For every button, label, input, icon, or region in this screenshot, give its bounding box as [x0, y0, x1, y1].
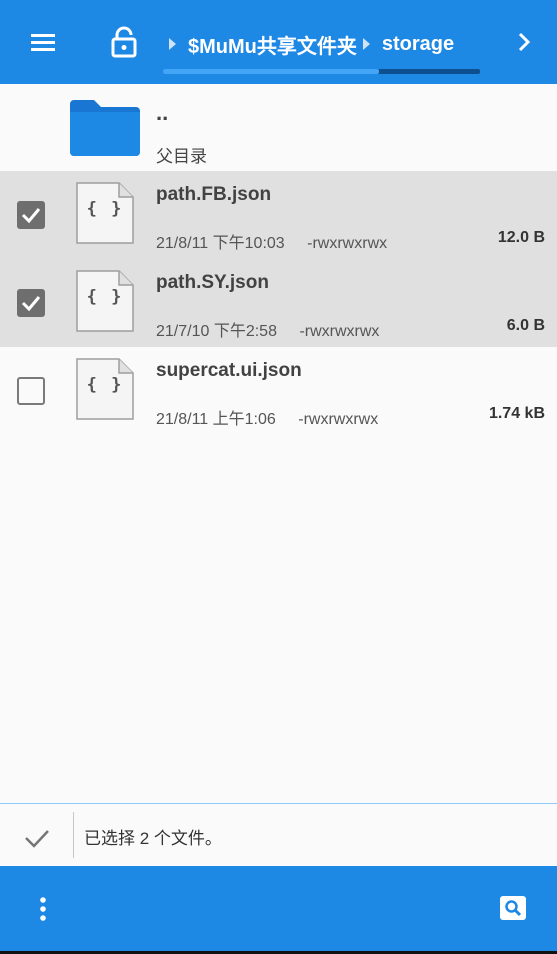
search-icon	[505, 900, 522, 917]
top-app-bar: $MuMu共享文件夹 storage	[0, 0, 557, 84]
file-name: path.SY.json	[156, 272, 269, 293]
folder-icon	[70, 100, 140, 156]
breadcrumb: $MuMu共享文件夹 storage	[165, 24, 454, 64]
check-icon	[21, 296, 41, 312]
parent-directory-row[interactable]: .. 父目录	[0, 84, 557, 171]
breadcrumb-label: storage	[381, 32, 455, 55]
checkbox-checked[interactable]	[17, 289, 45, 317]
file-size: 6.0 B	[506, 317, 545, 334]
file-permissions: -rwxrwxrwx	[299, 323, 380, 340]
json-file-icon: { }	[75, 269, 135, 333]
breadcrumb-item-mumu[interactable]: $MuMu共享文件夹	[165, 30, 357, 59]
checkbox-unchecked[interactable]	[17, 377, 45, 405]
json-file-icon: { }	[75, 181, 135, 245]
breadcrumb-scrollbar[interactable]	[163, 69, 480, 74]
braces-glyph: { }	[86, 375, 124, 395]
file-permissions: -rwxrwxrwx	[307, 235, 388, 252]
divider	[73, 812, 74, 858]
more-vert-icon[interactable]	[38, 896, 48, 922]
file-name: path.FB.json	[156, 184, 272, 205]
search-button[interactable]	[500, 896, 526, 920]
parent-directory-name: ..	[156, 100, 169, 125]
file-name: supercat.ui.json	[156, 360, 302, 381]
bottom-app-bar	[0, 866, 557, 951]
breadcrumb-label: $MuMu共享文件夹	[188, 35, 357, 58]
breadcrumb-separator-icon	[169, 38, 176, 50]
breadcrumb-scroll-thumb	[163, 69, 379, 74]
file-row[interactable]: { } path.FB.json 21/8/11 下午10:03 -rwxrwx…	[0, 171, 557, 259]
file-date: 21/7/10 下午2:58	[156, 323, 277, 340]
check-icon	[21, 208, 41, 224]
file-size: 12.0 B	[497, 229, 545, 246]
breadcrumb-separator-icon	[362, 38, 370, 50]
chevron-right-icon[interactable]	[515, 30, 535, 54]
checkbox-checked[interactable]	[17, 201, 45, 229]
file-row[interactable]: { } supercat.ui.json 21/8/11 上午1:06 -rwx…	[0, 347, 557, 435]
file-row[interactable]: { } path.SY.json 21/7/10 下午2:58 -rwxrwxr…	[0, 259, 557, 347]
breadcrumb-item-storage[interactable]: storage	[357, 33, 454, 56]
file-list: .. 父目录 { } path.FB.json 21/8/11 下午10:03 …	[0, 84, 557, 435]
selection-message: 已选择 2 个文件。	[84, 829, 222, 848]
unlock-icon[interactable]	[110, 26, 138, 58]
file-date: 21/8/11 下午10:03	[156, 235, 285, 252]
braces-glyph: { }	[86, 199, 124, 219]
file-date: 21/8/11 上午1:06	[156, 411, 276, 428]
file-size: 1.74 kB	[488, 405, 545, 422]
confirm-check-icon[interactable]	[24, 828, 50, 848]
braces-glyph: { }	[86, 287, 124, 307]
parent-directory-label: 父目录	[156, 147, 207, 166]
file-meta: 21/8/11 上午1:06 -rwxrwxrwx	[156, 405, 378, 429]
selection-status-bar: 已选择 2 个文件。	[0, 803, 557, 866]
file-meta: 21/7/10 下午2:58 -rwxrwxrwx	[156, 317, 379, 341]
file-meta: 21/8/11 下午10:03 -rwxrwxrwx	[156, 229, 387, 253]
file-permissions: -rwxrwxrwx	[298, 411, 379, 428]
json-file-icon: { }	[75, 357, 135, 421]
menu-icon[interactable]	[26, 28, 60, 56]
